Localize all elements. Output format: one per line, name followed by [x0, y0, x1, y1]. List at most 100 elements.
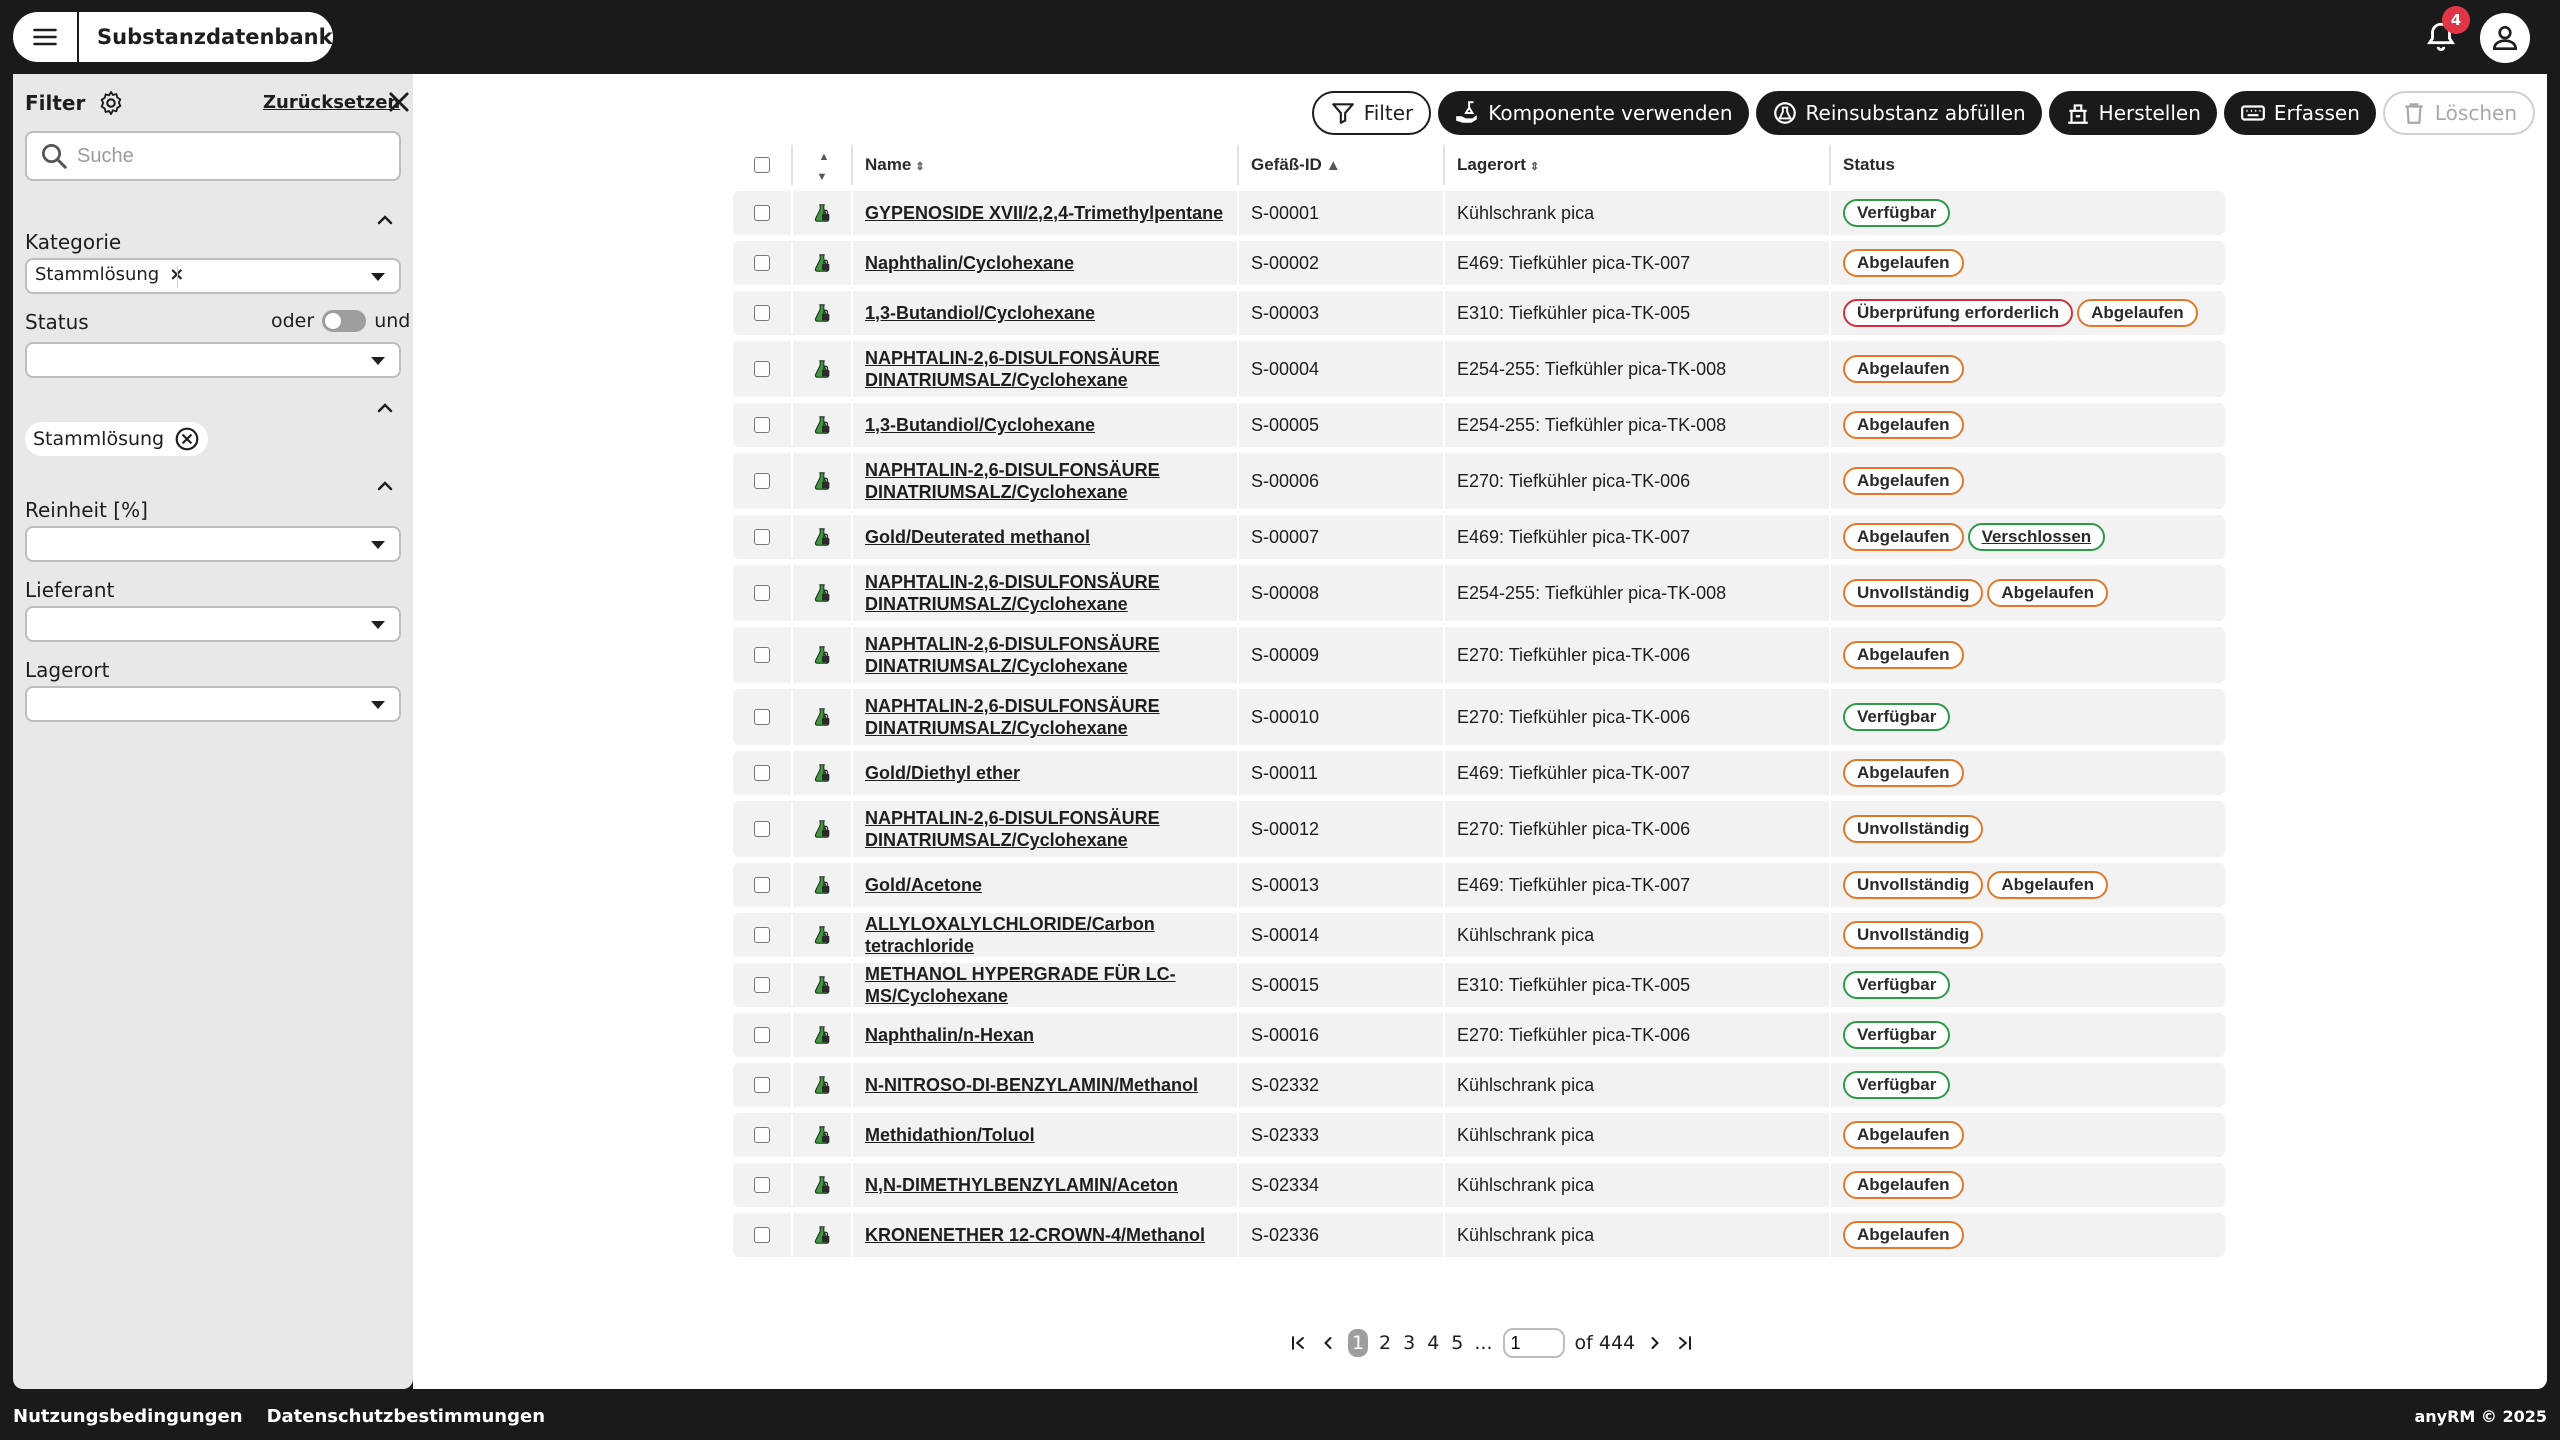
table-row[interactable]: Naphthalin/n-Hexan S-00016 E270: Tiefkühle…: [733, 1013, 2225, 1057]
dispense-pure-button[interactable]: Reinsubstanz abfüllen: [1755, 91, 2042, 135]
substance-name-link[interactable]: N-NITROSO-DI-BENZYLAMIN/Methanol: [865, 1075, 1198, 1095]
privacy-link[interactable]: Datenschutzbestimmungen: [267, 1406, 545, 1427]
previous-page-icon[interactable]: [1318, 1333, 1338, 1353]
kategorie-select[interactable]: Stammlösung×: [25, 258, 401, 294]
substance-name-link[interactable]: NAPHTALIN-2,6-DISULFONSÄURE DINATRIUMSAL…: [865, 460, 1160, 502]
location-column-header[interactable]: Lagerort ⇕: [1445, 145, 1831, 185]
table-row[interactable]: Gold/Deuterated methanol S-00007 E469: Tie…: [733, 515, 2225, 559]
row-checkbox[interactable]: [754, 205, 770, 221]
first-page-icon[interactable]: [1288, 1333, 1308, 1353]
lagerort-select[interactable]: [25, 686, 401, 722]
substance-name-link[interactable]: NAPHTALIN-2,6-DISULFONSÄURE DINATRIUMSAL…: [865, 348, 1160, 390]
menu-button[interactable]: [13, 12, 79, 62]
row-checkbox[interactable]: [754, 1177, 770, 1193]
table-row[interactable]: GYPENOSIDE XVII/2,2,4-Trimethylpentane S-…: [733, 191, 2225, 235]
table-row[interactable]: Gold/Acetone S-00013 E469: Tiefkühler pica…: [733, 863, 2225, 907]
gear-icon[interactable]: [97, 89, 125, 117]
table-row[interactable]: METHANOL HYPERGRADE FÜR LC-MS/Cyclohexan…: [733, 963, 2225, 1007]
row-checkbox[interactable]: [754, 1027, 770, 1043]
substance-name-link[interactable]: Naphthalin/n-Hexan: [865, 1025, 1034, 1045]
substance-name-link[interactable]: Gold/Deuterated methanol: [865, 527, 1090, 547]
page-number-input[interactable]: [1502, 1328, 1565, 1358]
substance-name-link[interactable]: Gold/Acetone: [865, 875, 982, 895]
select-all-checkbox[interactable]: [754, 157, 770, 173]
status-badge[interactable]: Verschlossen: [1967, 523, 2106, 551]
reinheit-select[interactable]: [25, 526, 401, 562]
substance-name-link[interactable]: Naphthalin/Cyclohexane: [865, 253, 1074, 273]
row-checkbox[interactable]: [754, 473, 770, 489]
substance-name-link[interactable]: NAPHTALIN-2,6-DISULFONSÄURE DINATRIUMSAL…: [865, 572, 1160, 614]
table-row[interactable]: N-NITROSO-DI-BENZYLAMIN/Methanol S-02332 K…: [733, 1063, 2225, 1107]
row-checkbox[interactable]: [754, 585, 770, 601]
table-row[interactable]: ALLYLOXALYLCHLORIDE/Carbon tetrachloride…: [733, 913, 2225, 957]
substance-name-link[interactable]: NAPHTALIN-2,6-DISULFONSÄURE DINATRIUMSAL…: [865, 696, 1160, 738]
table-row[interactable]: 1,3-Butandiol/Cyclohexane S-00005 E254-255…: [733, 403, 2225, 447]
user-menu-button[interactable]: [2480, 13, 2530, 63]
substance-name-link[interactable]: 1,3-Butandiol/Cyclohexane: [865, 415, 1095, 435]
chevron-up-icon[interactable]: [373, 208, 397, 232]
substance-name-link[interactable]: Gold/Diethyl ether: [865, 763, 1020, 783]
substance-name-link[interactable]: METHANOL HYPERGRADE FÜR LC-MS/Cyclohexan…: [865, 964, 1176, 1006]
search-input[interactable]: [77, 144, 377, 168]
table-row[interactable]: 1,3-Butandiol/Cyclohexane S-00003 E310: Ti…: [733, 291, 2225, 335]
row-checkbox[interactable]: [754, 709, 770, 725]
substance-name-link[interactable]: NAPHTALIN-2,6-DISULFONSÄURE DINATRIUMSAL…: [865, 634, 1160, 676]
terms-link[interactable]: Nutzungsbedingungen: [13, 1406, 243, 1427]
name-column-header[interactable]: Name ⇕: [853, 145, 1239, 185]
filter-button[interactable]: Filter: [1311, 91, 1432, 135]
table-row[interactable]: NAPHTALIN-2,6-DISULFONSÄURE DINATRIUMSAL…: [733, 801, 2225, 857]
status-select[interactable]: [25, 342, 401, 378]
and-or-switch[interactable]: [322, 310, 367, 332]
row-checkbox[interactable]: [754, 529, 770, 545]
table-row[interactable]: Naphthalin/Cyclohexane S-00002 E469: Tiefk…: [733, 241, 2225, 285]
use-component-button[interactable]: Komponente verwenden: [1438, 91, 1749, 135]
row-checkbox[interactable]: [754, 305, 770, 321]
table-row[interactable]: KRONENETHER 12-CROWN-4/Methanol S-02336 Kü…: [733, 1213, 2225, 1257]
remove-circle-icon[interactable]: [174, 426, 200, 452]
table-row[interactable]: NAPHTALIN-2,6-DISULFONSÄURE DINATRIUMSAL…: [733, 341, 2225, 397]
icon-column-header[interactable]: ▲ ▼: [793, 145, 853, 185]
chevron-up-icon[interactable]: [373, 396, 397, 420]
table-row[interactable]: NAPHTALIN-2,6-DISULFONSÄURE DINATRIUMSAL…: [733, 453, 2225, 509]
row-checkbox[interactable]: [754, 877, 770, 893]
row-checkbox[interactable]: [754, 255, 770, 271]
substance-name-link[interactable]: ALLYLOXALYLCHLORIDE/Carbon tetrachloride: [865, 914, 1155, 956]
table-row[interactable]: N,N-DIMETHYLBENZYLAMIN/Aceton S-02334 Kühl…: [733, 1163, 2225, 1207]
reset-filters-link[interactable]: Zurücksetzen: [263, 92, 400, 113]
page-5[interactable]: 5: [1450, 1332, 1464, 1354]
produce-button[interactable]: Herstellen: [2048, 91, 2217, 135]
substance-name-link[interactable]: 1,3-Butandiol/Cyclohexane: [865, 303, 1095, 323]
chevron-up-icon[interactable]: [373, 474, 397, 498]
search-field[interactable]: [25, 131, 401, 181]
substance-name-link[interactable]: N,N-DIMETHYLBENZYLAMIN/Aceton: [865, 1175, 1178, 1195]
table-row[interactable]: Gold/Diethyl ether S-00011 E469: Tiefkühle…: [733, 751, 2225, 795]
last-page-icon[interactable]: [1675, 1333, 1695, 1353]
substance-name-link[interactable]: NAPHTALIN-2,6-DISULFONSÄURE DINATRIUMSAL…: [865, 808, 1160, 850]
lieferant-select[interactable]: [25, 606, 401, 642]
page-1[interactable]: 1: [1348, 1329, 1368, 1357]
table-row[interactable]: NAPHTALIN-2,6-DISULFONSÄURE DINATRIUMSAL…: [733, 565, 2225, 621]
delete-button[interactable]: Löschen: [2382, 91, 2535, 135]
substance-name-link[interactable]: GYPENOSIDE XVII/2,2,4-Trimethylpentane: [865, 203, 1223, 223]
page-2[interactable]: 2: [1378, 1332, 1392, 1354]
substance-name-link[interactable]: KRONENETHER 12-CROWN-4/Methanol: [865, 1225, 1205, 1245]
row-checkbox[interactable]: [754, 927, 770, 943]
table-row[interactable]: Methidathion/Toluol S-02333 Kühlschrank pi…: [733, 1113, 2225, 1157]
close-icon[interactable]: [385, 88, 413, 116]
row-checkbox[interactable]: [754, 417, 770, 433]
row-checkbox[interactable]: [754, 361, 770, 377]
row-checkbox[interactable]: [754, 977, 770, 993]
notifications-button[interactable]: 4: [2418, 6, 2470, 60]
id-column-header[interactable]: Gefäß-ID ▲: [1239, 145, 1445, 185]
row-checkbox[interactable]: [754, 1077, 770, 1093]
page-4[interactable]: 4: [1426, 1332, 1440, 1354]
table-row[interactable]: NAPHTALIN-2,6-DISULFONSÄURE DINATRIUMSAL…: [733, 689, 2225, 745]
substance-name-link[interactable]: Methidathion/Toluol: [865, 1125, 1035, 1145]
page-3[interactable]: 3: [1402, 1332, 1416, 1354]
table-row[interactable]: NAPHTALIN-2,6-DISULFONSÄURE DINATRIUMSAL…: [733, 627, 2225, 683]
row-checkbox[interactable]: [754, 765, 770, 781]
row-checkbox[interactable]: [754, 647, 770, 663]
row-checkbox[interactable]: [754, 1127, 770, 1143]
next-page-icon[interactable]: [1645, 1333, 1665, 1353]
row-checkbox[interactable]: [754, 1227, 770, 1243]
